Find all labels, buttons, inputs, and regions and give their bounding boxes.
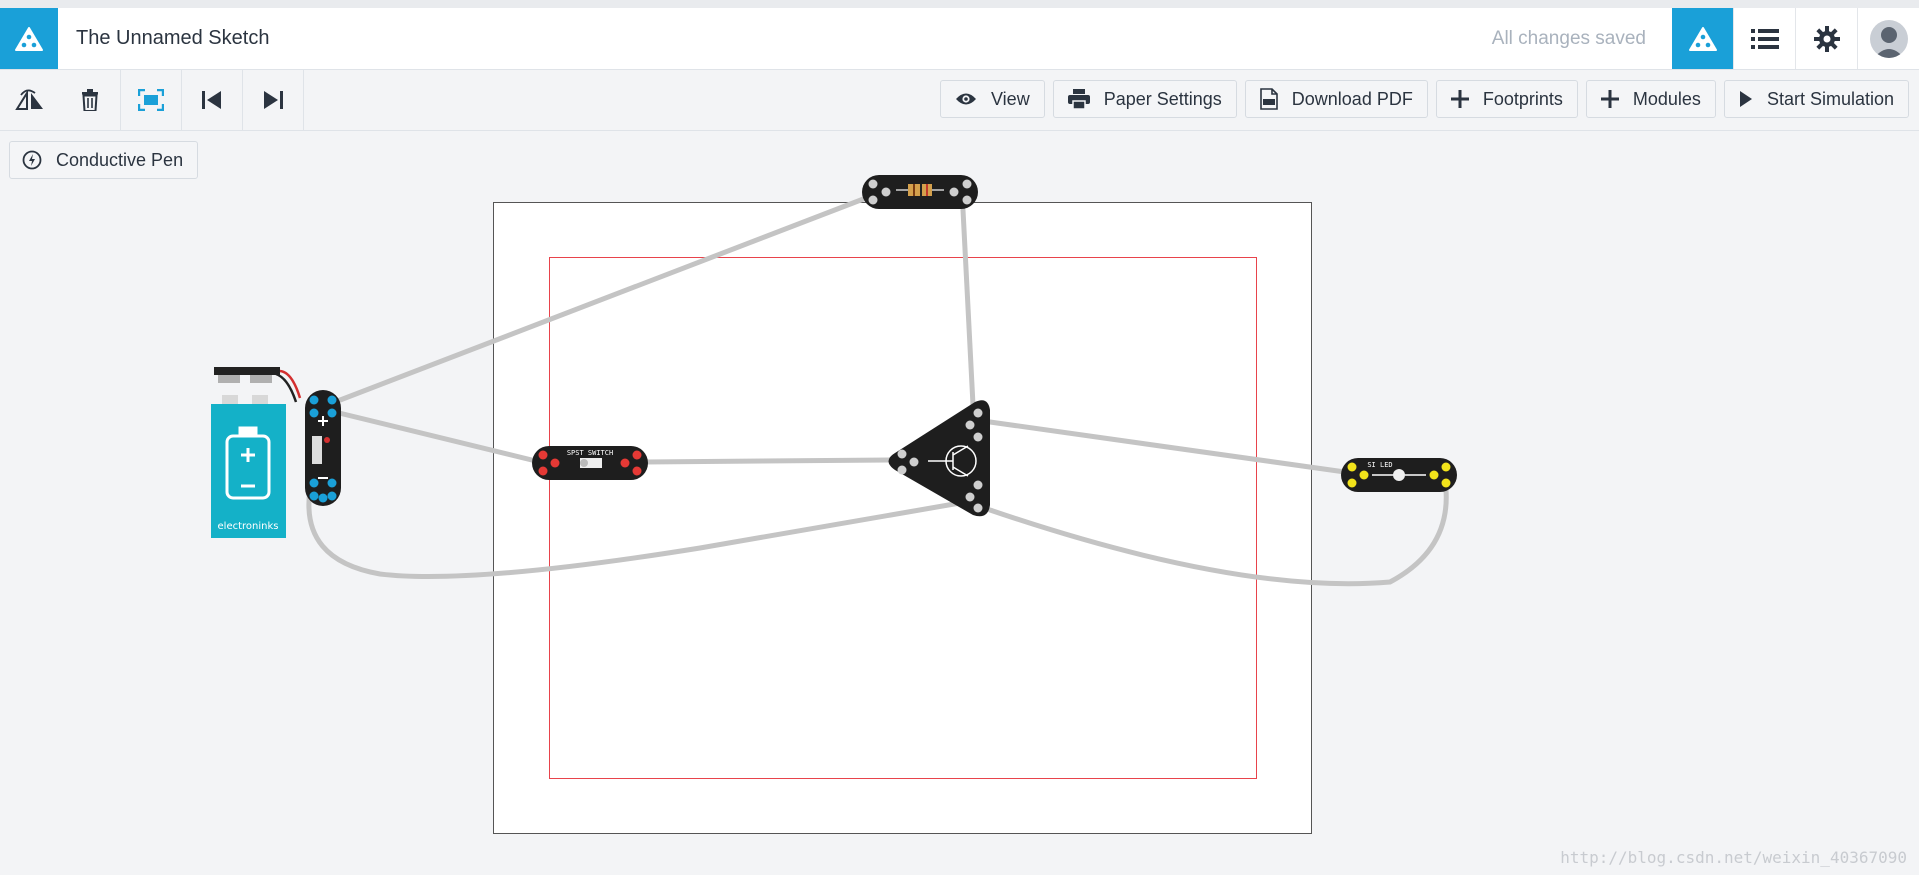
pen-drop-icon [22,150,42,170]
trace-battery-resistor [332,195,869,405]
battery-connector-module[interactable] [305,390,341,506]
trace-resistor-transistor [960,207,976,408]
led-module[interactable]: SI LED [1341,458,1457,492]
battery-brand: electroninks [218,521,279,532]
trace-switch-transistor [642,457,896,465]
conductive-pen-label: Conductive Pen [56,149,184,170]
conductive-pen-button[interactable]: Conductive Pen [9,141,199,179]
circuit-drawing: electroninks SPST SWITCH SI LED [211,175,1457,587]
npn-transistor-module[interactable] [888,400,991,517]
trace-transistor-led-return [987,487,1449,587]
watermark: http://blog.csdn.net/weixin_40367090 [1560,848,1907,867]
trace-transistor-led [987,419,1348,475]
battery-9v[interactable]: electroninks [211,367,302,538]
trace-battery-switch [332,409,543,465]
spst-switch-module[interactable]: SPST SWITCH [532,446,648,480]
led-label: SI LED [1367,461,1392,469]
resistor-module[interactable] [862,175,978,209]
switch-label: SPST SWITCH [567,449,613,457]
trace-battery-transistor-return [306,487,963,580]
